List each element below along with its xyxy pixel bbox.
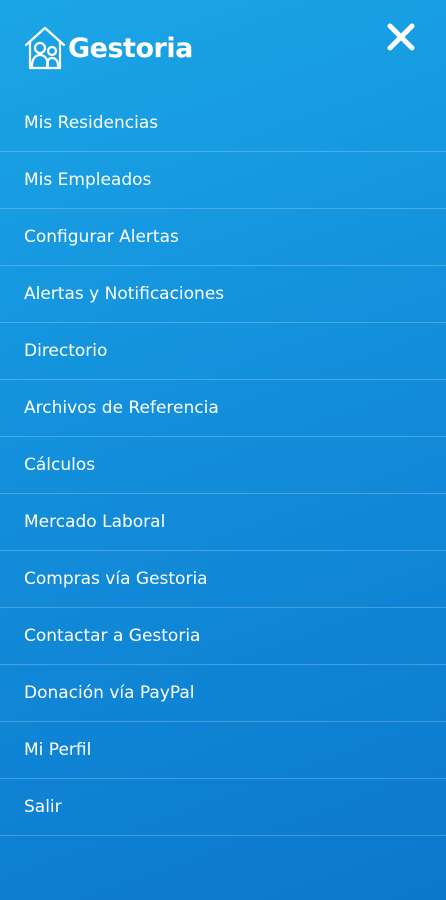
drawer-header: Gestoria	[0, 0, 446, 96]
menu-item-mercado-laboral[interactable]: Mercado Laboral	[0, 494, 446, 551]
menu-item-directorio[interactable]: Directorio	[0, 323, 446, 380]
menu-item-label: Donación vía PayPal	[24, 683, 195, 703]
house-people-icon	[24, 26, 66, 70]
drawer-menu: Mis Residencias Mis Empleados Configurar…	[0, 95, 446, 836]
menu-item-calculos[interactable]: Cálculos	[0, 437, 446, 494]
menu-item-label: Mi Perfil	[24, 740, 92, 760]
menu-item-compras-gestoria[interactable]: Compras vía Gestoria	[0, 551, 446, 608]
menu-item-label: Mis Empleados	[24, 170, 152, 190]
close-icon	[387, 23, 415, 51]
menu-item-archivos-referencia[interactable]: Archivos de Referencia	[0, 380, 446, 437]
menu-item-contactar-gestoria[interactable]: Contactar a Gestoria	[0, 608, 446, 665]
menu-item-alertas-notificaciones[interactable]: Alertas y Notificaciones	[0, 266, 446, 323]
menu-item-label: Alertas y Notificaciones	[24, 284, 225, 304]
close-button[interactable]	[384, 20, 418, 54]
menu-item-mi-perfil[interactable]: Mi Perfil	[0, 722, 446, 779]
navigation-drawer: Gestoria Mis Residencias Mis Empleados C…	[0, 0, 446, 900]
app-logo: Gestoria	[23, 24, 193, 72]
menu-item-label: Directorio	[24, 341, 108, 361]
menu-item-configurar-alertas[interactable]: Configurar Alertas	[0, 209, 446, 266]
menu-item-label: Contactar a Gestoria	[24, 626, 201, 646]
menu-item-salir[interactable]: Salir	[0, 779, 446, 836]
menu-item-label: Mis Residencias	[24, 113, 159, 133]
menu-item-label: Salir	[24, 797, 62, 817]
app-title: Gestoria	[68, 32, 193, 64]
menu-item-label: Configurar Alertas	[24, 227, 179, 247]
menu-item-label: Compras vía Gestoria	[24, 569, 208, 589]
menu-item-label: Mercado Laboral	[24, 512, 166, 532]
menu-item-mis-residencias[interactable]: Mis Residencias	[0, 95, 446, 152]
menu-item-label: Cálculos	[24, 455, 96, 475]
menu-item-mis-empleados[interactable]: Mis Empleados	[0, 152, 446, 209]
menu-item-label: Archivos de Referencia	[24, 398, 219, 418]
menu-item-donacion-paypal[interactable]: Donación vía PayPal	[0, 665, 446, 722]
